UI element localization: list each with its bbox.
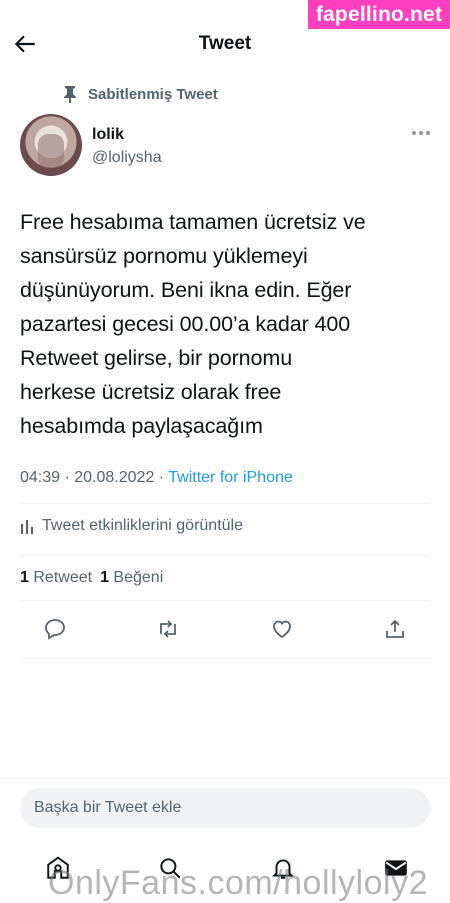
retweet-icon xyxy=(160,620,177,638)
divider xyxy=(20,503,430,504)
engagement-counts: 1 Retweet 1 Beğeni xyxy=(20,569,163,587)
more-horizontal-icon[interactable] xyxy=(411,129,431,137)
divider xyxy=(20,555,430,556)
share-button[interactable] xyxy=(380,614,410,644)
heart-icon xyxy=(272,620,291,639)
comment-icon xyxy=(45,619,65,640)
pinned-indicator: Sabitlenmiş Tweet xyxy=(62,85,218,103)
tweet-timestamp: 04:39 · 20.08.2022 · xyxy=(20,469,169,486)
divider xyxy=(20,600,430,601)
tweet-analytics-link[interactable]: Tweet etkinliklerini görüntüle xyxy=(20,517,243,535)
retweet-button[interactable] xyxy=(153,614,183,644)
avatar[interactable] xyxy=(20,114,82,176)
divider xyxy=(0,778,450,779)
page-title: Tweet xyxy=(198,33,252,54)
user-handle[interactable]: @loliysha xyxy=(92,149,162,167)
analytics-label: Tweet etkinliklerini görüntüle xyxy=(42,517,243,534)
reply-input[interactable]: Başka bir Tweet ekle xyxy=(20,788,430,828)
tweet-meta: 04:39 · 20.08.2022 · Twitter for iPhone xyxy=(20,469,293,487)
user-name[interactable]: lolik xyxy=(92,126,124,144)
tweet-source-link[interactable]: Twitter for iPhone xyxy=(168,469,293,486)
tweet-actions xyxy=(40,614,410,644)
divider xyxy=(20,658,430,659)
watermark-text: OnlyFans.com/hollyloly2 xyxy=(48,864,428,902)
like-count[interactable]: 1 Beğeni xyxy=(100,569,163,587)
bar-chart-icon xyxy=(21,520,33,534)
like-button[interactable] xyxy=(267,614,297,644)
pinned-label: Sabitlenmiş Tweet xyxy=(88,85,218,103)
reply-button[interactable] xyxy=(40,614,70,644)
tweet-text: Free hesabıma tamamen ücretsiz ve sansür… xyxy=(20,210,366,438)
share-icon xyxy=(386,619,404,638)
retweet-count[interactable]: 1 Retweet xyxy=(20,569,92,587)
watermark-badge: fapellino.net xyxy=(308,0,450,29)
pin-icon xyxy=(64,86,76,103)
